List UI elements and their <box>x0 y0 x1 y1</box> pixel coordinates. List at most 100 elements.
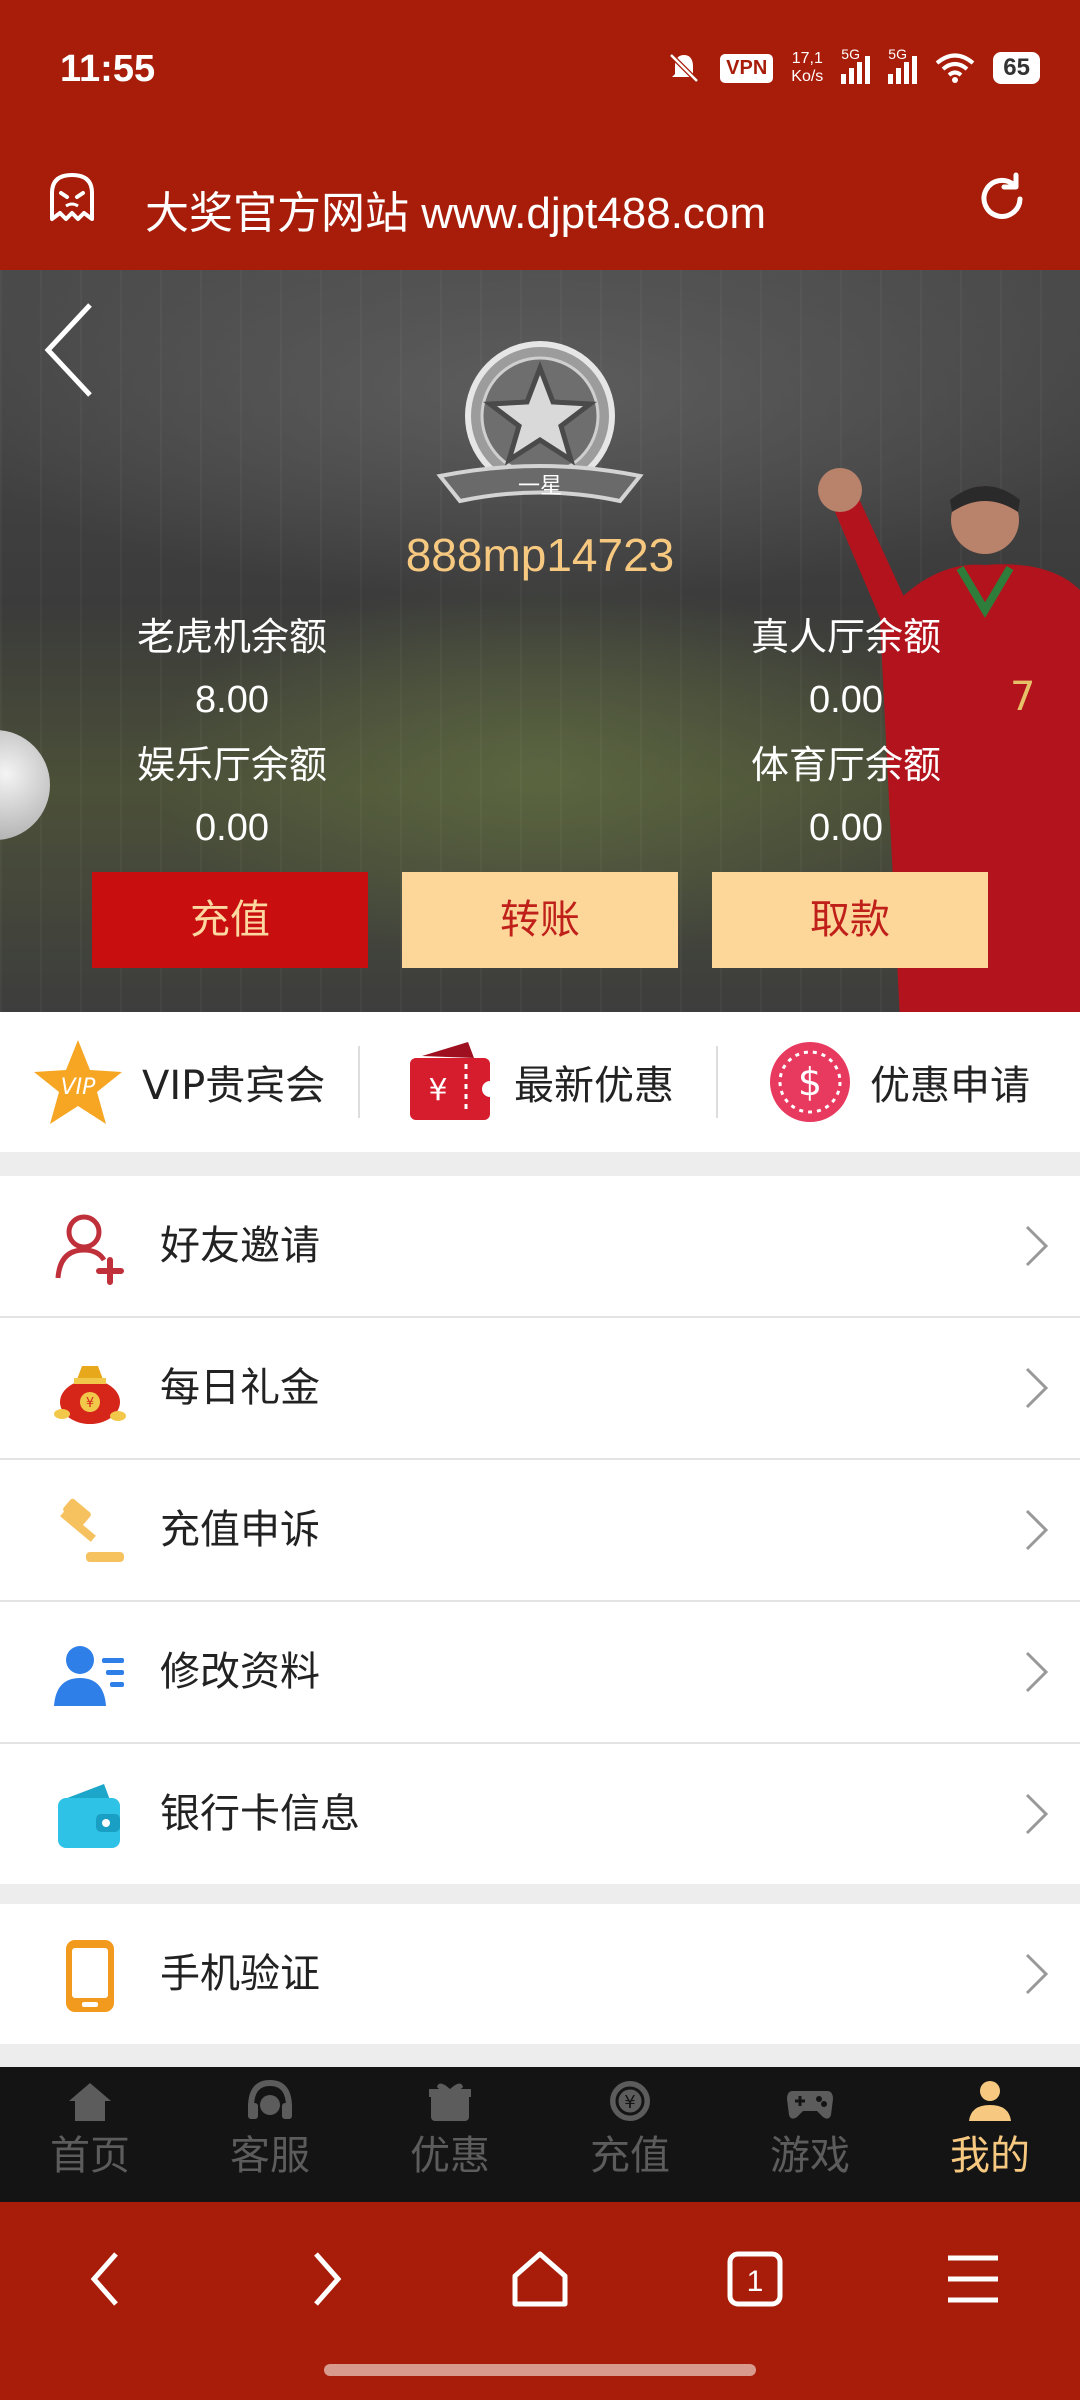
user-icon <box>969 2081 1011 2121</box>
menu-item-invite-friends[interactable]: 好友邀请 <box>0 1176 1080 1318</box>
gavel-icon <box>60 1498 124 1562</box>
tab-support[interactable]: 客服 <box>180 2067 360 2202</box>
tab-label: 游戏 <box>770 2133 850 2179</box>
money-bag-icon: ¥ <box>54 1366 126 1424</box>
menu-item-daily-bonus[interactable]: ¥ 每日礼金 <box>0 1318 1080 1460</box>
svg-text:¥: ¥ <box>428 1073 447 1108</box>
bottom-tab-bar: 首页 客服 优惠 ¥ 充值 游戏 我的 <box>0 2067 1080 2202</box>
yen-coin-icon: ¥ <box>610 2081 650 2121</box>
menu-item-phone-verify[interactable]: 手机验证 <box>0 1904 1080 2044</box>
status-bar: 11:55 VPN 17,1 Ko/s 5G 5G 65 <box>0 0 1080 145</box>
withdraw-button[interactable]: 取款 <box>712 872 988 968</box>
menu-item-deposit-complaint[interactable]: 充值申诉 <box>0 1460 1080 1602</box>
tab-promotions[interactable]: 优惠 <box>360 2067 540 2202</box>
menu-item-label: 银行卡信息 <box>160 1791 360 1837</box>
chevron-right-icon <box>1025 1225 1049 1267</box>
ticket-icon: ¥ <box>410 1042 496 1120</box>
add-friend-icon <box>55 1214 124 1285</box>
account-header: 7 一星 888mp14723 老虎机余额 8.00 真人厅余额 0.00 娱乐… <box>0 270 1080 1012</box>
svg-text:¥: ¥ <box>86 1396 94 1411</box>
network-speed: 17,1 Ko/s <box>791 50 823 86</box>
deposit-button[interactable]: 充值 <box>92 872 368 968</box>
signal-label: 5G <box>841 46 860 62</box>
chevron-right-icon <box>1025 1509 1049 1551</box>
browser-tabs-icon[interactable]: 1 <box>720 2244 790 2314</box>
quick-link-label: 优惠申请 <box>870 1063 1030 1109</box>
quick-link-promotions[interactable]: ¥ 最新优惠 <box>404 1012 674 1152</box>
clock: 11:55 <box>60 48 156 90</box>
gift-icon <box>429 2083 471 2121</box>
tab-label: 充值 <box>590 2133 670 2179</box>
back-chevron-icon[interactable] <box>40 300 100 400</box>
quick-links-bar: VIP VIP贵宾会 ¥ 最新优惠 $ 优惠申请 <box>0 1012 1080 1152</box>
balance-value: 0.00 <box>809 679 883 721</box>
chevron-right-icon <box>1025 1651 1049 1693</box>
net-speed-value: 17,1 <box>791 50 823 67</box>
tab-home[interactable]: 首页 <box>0 2067 180 2202</box>
user-edit-icon <box>54 1646 124 1706</box>
svg-text:¥: ¥ <box>624 2092 635 2113</box>
tab-label: 客服 <box>230 2133 310 2179</box>
mute-bell-icon <box>669 53 699 83</box>
gamepad-icon <box>787 2091 833 2119</box>
divider <box>716 1046 718 1118</box>
quick-link-label: VIP贵宾会 <box>142 1063 326 1109</box>
signal-5g-2-icon: 5G <box>888 46 918 84</box>
tab-games[interactable]: 游戏 <box>720 2067 900 2202</box>
browser-back-icon[interactable] <box>72 2244 142 2314</box>
transfer-button[interactable]: 转账 <box>402 872 678 968</box>
balance-sports: 体育厅余额 0.00 <box>686 734 1006 850</box>
browser-menu-icon[interactable] <box>938 2244 1008 2314</box>
tab-count: 1 <box>747 2265 764 2298</box>
menu-item-label: 手机验证 <box>160 1951 320 1997</box>
balance-label: 真人厅余额 <box>750 615 941 659</box>
balance-label: 老虎机余额 <box>136 615 327 659</box>
chevron-right-icon <box>1025 1793 1049 1835</box>
quick-link-label: 最新优惠 <box>514 1063 674 1109</box>
quick-link-vip[interactable]: VIP VIP贵宾会 <box>32 1012 325 1152</box>
level-badge-text: 一星 <box>518 474 562 499</box>
svg-text:VIP: VIP <box>61 1075 97 1100</box>
battery-indicator: 65 <box>993 52 1040 84</box>
signal-5g-1-icon: 5G <box>841 46 871 84</box>
vpn-badge: VPN <box>720 53 774 83</box>
url-text[interactable]: 大奖官方网站 www.djpt488.com <box>145 177 766 241</box>
menu-item-label: 好友邀请 <box>160 1223 320 1269</box>
reload-icon[interactable] <box>972 169 1032 229</box>
wifi-icon <box>936 53 975 83</box>
menu-item-label: 充值申诉 <box>160 1507 320 1553</box>
menu-list: 好友邀请 ¥ 每日礼金 充值申诉 修改资料 银行卡信息 <box>0 1176 1080 1884</box>
wallet-icon <box>58 1784 120 1848</box>
balance-value: 0.00 <box>195 807 269 849</box>
balance-live: 真人厅余额 0.00 <box>686 606 1006 722</box>
headset-icon <box>248 2079 292 2119</box>
svg-text:7: 7 <box>1010 674 1035 720</box>
browser-forward-icon[interactable] <box>290 2244 360 2314</box>
divider <box>358 1046 360 1118</box>
net-speed-unit: Ko/s <box>791 68 824 85</box>
level-badge-icon: 一星 <box>436 341 644 504</box>
phone-icon <box>66 1940 114 2012</box>
gesture-home-indicator[interactable] <box>324 2364 756 2376</box>
home-icon <box>69 2083 111 2121</box>
balance-label: 体育厅余额 <box>750 743 941 787</box>
menu-item-bank-card[interactable]: 银行卡信息 <box>0 1744 1080 1884</box>
balance-value: 8.00 <box>195 679 269 721</box>
site-ghost-icon[interactable] <box>44 169 100 225</box>
tab-label: 首页 <box>50 2133 130 2179</box>
balance-slot: 老虎机余额 8.00 <box>72 606 392 722</box>
balance-value: 0.00 <box>809 807 883 849</box>
signal-label: 5G <box>888 46 907 62</box>
tab-label: 优惠 <box>410 2133 490 2179</box>
menu-item-edit-profile[interactable]: 修改资料 <box>0 1602 1080 1744</box>
balance-entertainment: 娱乐厅余额 0.00 <box>72 734 392 850</box>
browser-url-bar: 大奖官方网站 www.djpt488.com <box>0 145 1080 270</box>
tab-deposit[interactable]: ¥ 充值 <box>540 2067 720 2202</box>
svg-text:$: $ <box>798 1060 822 1104</box>
username: 888mp14723 <box>405 529 675 581</box>
quick-link-apply-promo[interactable]: $ 优惠申请 <box>768 1012 1030 1152</box>
chevron-right-icon <box>1025 1367 1049 1409</box>
balance-label: 娱乐厅余额 <box>136 743 327 787</box>
tab-me[interactable]: 我的 <box>900 2067 1080 2202</box>
browser-home-icon[interactable] <box>505 2244 575 2314</box>
